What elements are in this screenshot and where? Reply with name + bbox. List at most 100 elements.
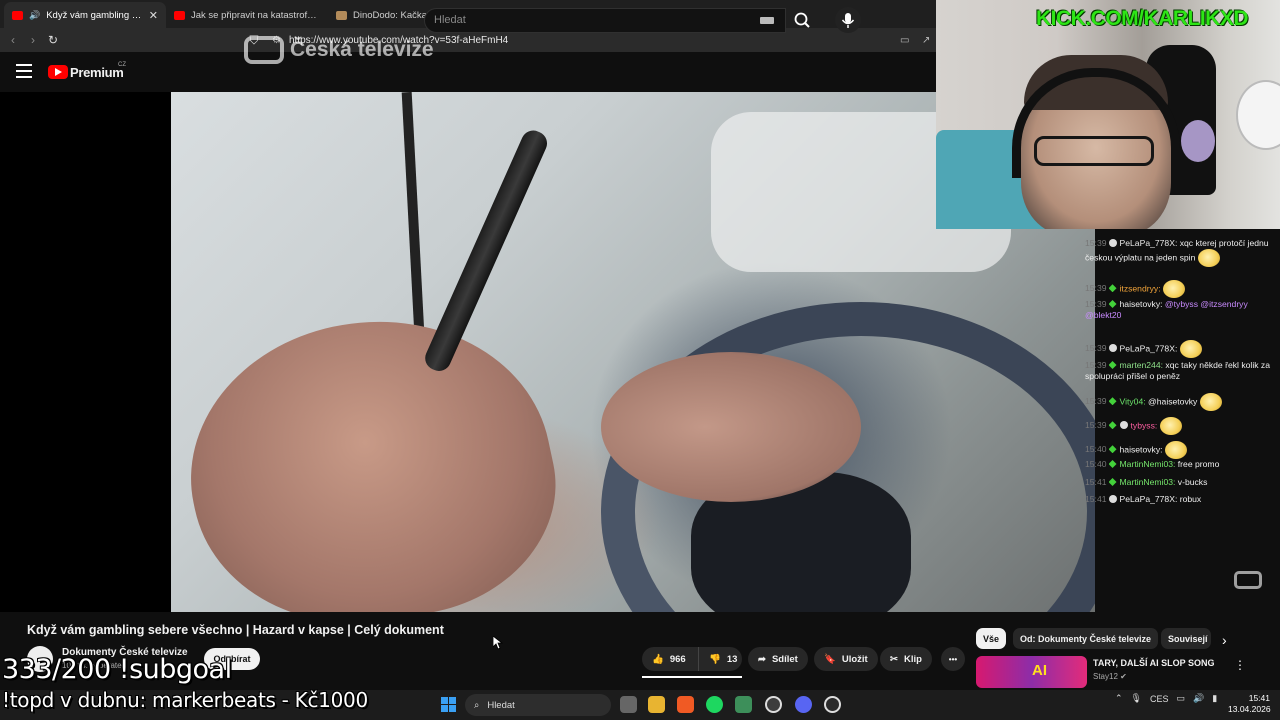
- kick-badge-icon: [1108, 361, 1117, 369]
- chevron-up-icon[interactable]: ⌃: [1115, 693, 1123, 704]
- search-button[interactable]: [786, 8, 818, 33]
- kick-badge-icon: [1108, 397, 1117, 406]
- scissors-icon: ✂: [890, 653, 898, 665]
- youtube-favicon-icon: [12, 10, 23, 20]
- share-icon[interactable]: ↗: [922, 35, 930, 46]
- more-actions-button[interactable]: •••: [941, 647, 965, 671]
- kick-badge-icon: [1108, 284, 1117, 293]
- browser-tab-active[interactable]: 🔊 Když vám gambling sebere vš ✕: [4, 2, 166, 28]
- mouse-cursor-icon: [493, 636, 503, 650]
- thumbnail-text: AI: [1032, 662, 1047, 679]
- emote-icon: [1164, 441, 1187, 459]
- taskbar-search[interactable]: ⌕ Hledat: [465, 694, 611, 716]
- browser-tab[interactable]: Jak se připravit na katastrofu? | What: [166, 2, 328, 28]
- chip-all[interactable]: Vše: [976, 628, 1007, 649]
- emote-icon: [1179, 340, 1202, 358]
- chat-message: 15:40 MartinNemi03: free promo: [1085, 459, 1220, 469]
- recommended-channel: Stay12 ✔: [1093, 672, 1127, 681]
- subgoal-overlay: 333/200 !subgoal: [2, 654, 232, 685]
- webcam-fan: [1236, 80, 1280, 150]
- volume-icon[interactable]: 🔊: [1193, 693, 1204, 704]
- task-view-icon[interactable]: [620, 696, 637, 713]
- chat-message: 15:39 tybyss:: [1085, 417, 1275, 435]
- chat-message: 15:40 haisetovky:: [1085, 441, 1275, 459]
- kick-badge-icon: [1108, 460, 1117, 468]
- search-input[interactable]: [424, 8, 786, 33]
- bookmark-icon: 🔖: [824, 653, 836, 665]
- verified-icon: ✔: [1120, 672, 1127, 681]
- video-phone: [421, 126, 551, 375]
- dislike-button[interactable]: 👎 13: [698, 647, 742, 671]
- microphone-icon: [841, 13, 855, 28]
- kick-badge-icon: [1108, 445, 1117, 454]
- recommended-title[interactable]: TARY, DALŠÍ AI SLOP SONG: [1093, 658, 1215, 668]
- share-arrow-icon: ➦: [758, 653, 766, 665]
- chat-message: 15:39 marten244: xqc taky někde řekl koli…: [1085, 360, 1270, 381]
- video-hand-right: [601, 352, 861, 502]
- youtube-logo-icon[interactable]: [48, 65, 68, 79]
- share-button[interactable]: ➦ Sdílet: [748, 647, 808, 671]
- kick-badge-icon: [1108, 300, 1117, 308]
- brave-browser-icon[interactable]: [677, 696, 694, 713]
- sub-badge-icon: [1108, 495, 1117, 503]
- microphone-icon[interactable]: 🎙: [1131, 693, 1142, 704]
- kick-badge-icon: [1108, 478, 1117, 486]
- video-player[interactable]: [0, 92, 1095, 612]
- taskbar-clock[interactable]: 15:41 13.04.2026: [1228, 693, 1271, 715]
- emote-icon: [1199, 393, 1222, 411]
- windows-start-icon[interactable]: [441, 697, 456, 712]
- chat-message: 15:39 itzsendryy:: [1085, 280, 1275, 298]
- reload-icon[interactable]: ↻: [43, 33, 63, 47]
- dislike-count: 13: [726, 653, 738, 665]
- menu-icon[interactable]: [16, 64, 32, 78]
- forward-icon[interactable]: ›: [23, 33, 43, 47]
- emote-icon: [1162, 280, 1185, 298]
- premium-logo-text[interactable]: Premium: [70, 65, 124, 80]
- battery-icon[interactable]: ▮: [1212, 693, 1217, 704]
- chips-next-icon[interactable]: ›: [1222, 632, 1227, 648]
- kick-url-overlay: KICK.COM/KARLIKXD: [1036, 7, 1249, 30]
- like-ratio-bar: [642, 676, 742, 678]
- sub-badge-icon: [1108, 344, 1117, 353]
- network-icon[interactable]: ▭: [1177, 693, 1186, 704]
- thumbs-down-icon: 👎: [709, 653, 721, 665]
- tab-title: Jak se připravit na katastrofu? | What: [191, 9, 320, 21]
- stream-chat: 15:39 PeLaPa_778X: xqc kterej protočí jed…: [1085, 229, 1280, 612]
- file-explorer-icon[interactable]: [648, 696, 665, 713]
- ct-watermark-text: Česká televize: [290, 38, 434, 61]
- cast-icon[interactable]: ▭: [900, 35, 909, 46]
- recommended-menu-icon[interactable]: ⋮: [1234, 658, 1246, 672]
- chip-related[interactable]: Souvisejí: [1161, 628, 1211, 649]
- chat-message: 15:39 haisetovky: @tybyss @itzsendryy @bl…: [1085, 299, 1248, 320]
- back-icon[interactable]: ‹: [3, 33, 23, 47]
- spotify-icon[interactable]: [706, 696, 723, 713]
- chip-channel[interactable]: Od: Dokumenty České televize: [1013, 628, 1159, 649]
- keyboard-icon[interactable]: [760, 17, 774, 24]
- tab-favicon-icon: [336, 10, 347, 20]
- sub-badge-icon: [1119, 421, 1128, 430]
- language-indicator[interactable]: CES: [1150, 694, 1169, 704]
- system-tray: ⌃ 🎙 CES ▭ 🔊 ▮: [1115, 693, 1217, 704]
- recommended-thumbnail[interactable]: AI: [976, 656, 1087, 688]
- kick-badge-icon: [1108, 421, 1117, 430]
- app-icon[interactable]: [735, 696, 752, 713]
- chat-message: 15:39 Vity04: @haisetovky: [1085, 393, 1275, 411]
- chat-message: 15:41 PeLaPa_778X: robux: [1085, 494, 1202, 504]
- voice-search-button[interactable]: [835, 7, 861, 33]
- close-tab-icon[interactable]: ✕: [149, 9, 158, 22]
- region-code: CZ: [118, 62, 126, 68]
- app-icon[interactable]: [824, 696, 841, 713]
- search-icon: ⌕: [474, 699, 480, 711]
- ct-watermark: Česká televize: [244, 36, 434, 64]
- chat-message: 15:39 PeLaPa_778X:: [1085, 340, 1275, 358]
- like-button[interactable]: 👍 966: [642, 647, 698, 671]
- emote-icon: [1197, 249, 1220, 267]
- save-button[interactable]: 🔖 Uložit: [814, 647, 878, 671]
- webcam-plush: [1181, 120, 1215, 162]
- discord-icon[interactable]: [795, 696, 812, 713]
- refresh-app-icon[interactable]: [765, 696, 782, 713]
- chat-message: 15:39 PeLaPa_778X: xqc kterej protočí jed…: [1085, 238, 1275, 267]
- youtube-favicon-icon: [174, 10, 185, 20]
- clip-button[interactable]: ✂ Klip: [880, 647, 932, 671]
- chat-message: 15:41 MartinNemi03: v-bucks: [1085, 477, 1208, 487]
